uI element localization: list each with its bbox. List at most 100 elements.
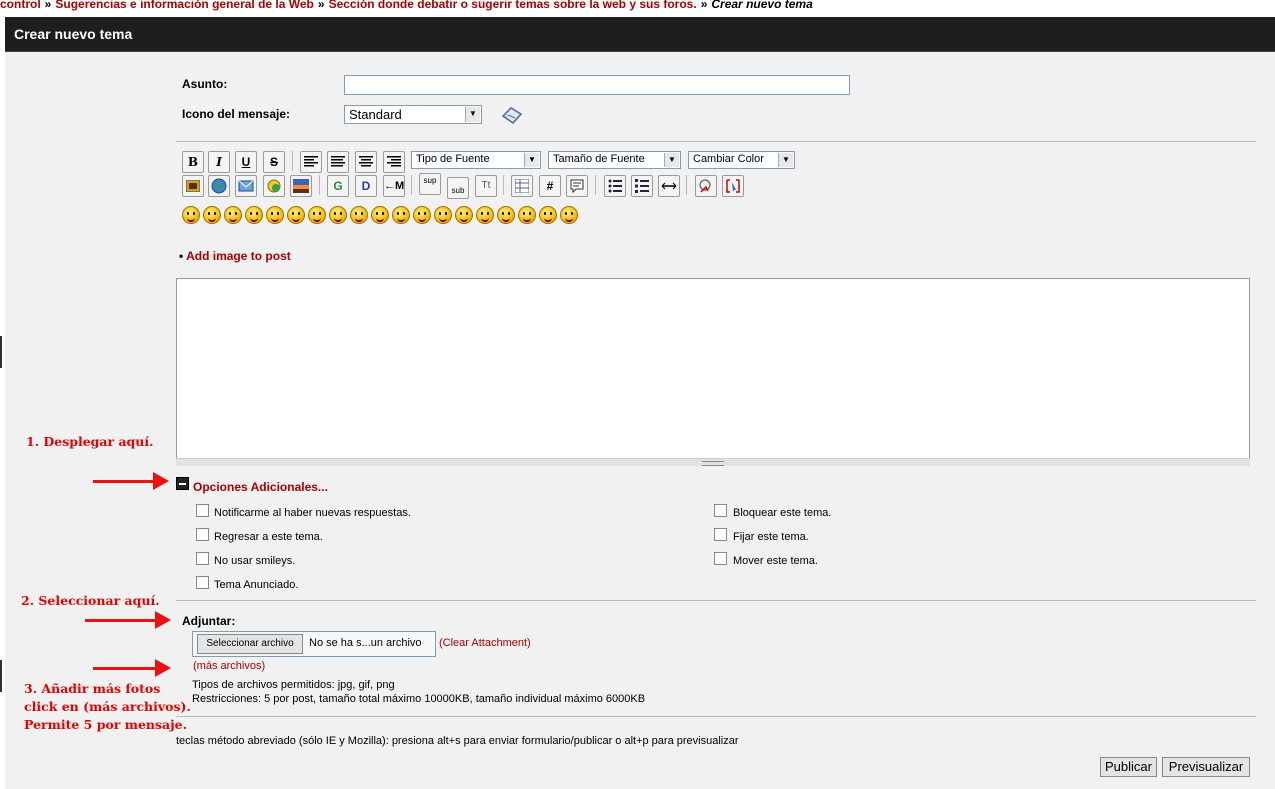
breadcrumb-current: Crear nuevo tema	[711, 0, 813, 11]
code-button[interactable]: #	[539, 175, 561, 197]
google-button[interactable]: G	[327, 175, 349, 197]
breadcrumb-link-control[interactable]: control	[0, 0, 41, 11]
file-status: No se ha s...un archivo	[309, 637, 422, 649]
smiley-icon[interactable]	[434, 206, 452, 224]
align-left-icon	[304, 156, 318, 167]
dictionary-button[interactable]: D	[355, 175, 377, 197]
message-icon-select[interactable]: Standard ▼	[344, 105, 482, 124]
breadcrumb-separator: »	[317, 0, 325, 11]
left-arrow-icon: ←	[384, 180, 395, 192]
annotation-step-3-line3: Permite 5 por mensaje.	[24, 717, 187, 732]
more-files-link[interactable]: (más archivos)	[193, 660, 265, 672]
insert-web-image-button[interactable]	[263, 175, 285, 197]
return-to-topic-checkbox[interactable]	[196, 528, 209, 541]
web-image-icon	[267, 179, 281, 193]
strikethrough-button[interactable]: S	[263, 151, 285, 173]
spellcheck-button[interactable]	[695, 175, 717, 197]
align-justify-left-button[interactable]	[327, 151, 349, 173]
smiley-icon[interactable]	[371, 206, 389, 224]
page-title: Crear nuevo tema	[14, 26, 133, 42]
smiley-icon[interactable]	[350, 206, 368, 224]
no-smileys-label: No usar smileys.	[214, 555, 296, 567]
preview-button[interactable]: Previsualizar	[1162, 757, 1250, 777]
numbered-list-button[interactable]	[631, 175, 653, 197]
smiley-icon[interactable]	[539, 206, 557, 224]
move-button[interactable]: ←M	[383, 175, 405, 197]
smiley-icon[interactable]	[476, 206, 494, 224]
return-to-topic-label: Regresar a este tema.	[214, 531, 323, 543]
remove-format-button[interactable]	[722, 175, 744, 197]
insert-image-button[interactable]	[182, 175, 204, 197]
annotation-step-3-line1: 3. Añadir más fotos	[24, 681, 161, 696]
align-right-button[interactable]	[383, 151, 405, 173]
italic-button[interactable]: I	[208, 151, 230, 173]
breadcrumb-link-seccion[interactable]: Sección donde debatir o sugerir temas so…	[329, 0, 697, 11]
insert-picture-button[interactable]	[290, 175, 312, 197]
announcement-checkbox[interactable]	[196, 576, 209, 589]
bullet-list-button[interactable]	[604, 175, 626, 197]
bullet-list-icon	[608, 179, 622, 193]
smiley-icon[interactable]	[224, 206, 242, 224]
smiley-icon[interactable]	[518, 206, 536, 224]
quote-icon	[570, 179, 584, 194]
smiley-icon[interactable]	[497, 206, 515, 224]
subscript-button[interactable]: sub	[447, 177, 469, 199]
smiley-icon[interactable]	[266, 206, 284, 224]
quote-button[interactable]	[566, 175, 588, 197]
insert-link-button[interactable]	[208, 175, 230, 197]
underline-button[interactable]: U	[235, 151, 257, 173]
announcement-label: Tema Anunciado.	[214, 579, 299, 591]
clear-attachment-row: (Clear Attachment)	[439, 637, 531, 649]
font-size-select[interactable]: Tamaño de Fuente ▼	[548, 151, 681, 169]
annotation-step-3-line2: click en (más archivos).	[24, 699, 191, 714]
message-body-textarea[interactable]	[176, 278, 1250, 459]
select-file-button[interactable]: Seleccionar archivo	[197, 634, 303, 654]
smiley-icon[interactable]	[560, 206, 578, 224]
sticky-topic-checkbox[interactable]	[714, 528, 727, 541]
additional-options-toggle[interactable]: Opciones Adicionales...	[193, 480, 328, 494]
remove-format-icon	[726, 179, 740, 193]
breadcrumb-link-sugerencias[interactable]: Sugerencias e información general de la …	[55, 0, 314, 11]
align-center-button[interactable]	[355, 151, 377, 173]
toolbar-separator	[503, 175, 504, 195]
collapse-icon[interactable]	[176, 477, 189, 490]
move-topic-checkbox[interactable]	[714, 552, 727, 565]
smiley-icon[interactable]	[392, 206, 410, 224]
bold-button[interactable]: B	[182, 151, 204, 173]
smiley-icon[interactable]	[455, 206, 473, 224]
font-type-select[interactable]: Tipo de Fuente ▼	[411, 151, 541, 169]
annotation-step-2: 2. Seleccionar aquí.	[21, 593, 160, 608]
smiley-icon[interactable]	[287, 206, 305, 224]
publish-button[interactable]: Publicar	[1100, 757, 1157, 777]
insert-email-button[interactable]	[235, 175, 257, 197]
align-center-icon	[359, 156, 373, 167]
clear-attachment-link[interactable]: Clear Attachment	[443, 637, 527, 649]
smiley-icon[interactable]	[245, 206, 263, 224]
smiley-icon[interactable]	[182, 206, 200, 224]
superscript-button[interactable]: sup	[419, 173, 441, 195]
toolbar-separator	[319, 175, 320, 195]
align-left-button[interactable]	[300, 151, 322, 173]
toolbar-separator	[686, 175, 687, 195]
smiley-icon[interactable]	[413, 206, 431, 224]
font-color-select[interactable]: Cambiar Color ▼	[688, 151, 795, 169]
smiley-icon[interactable]	[308, 206, 326, 224]
smiley-icon[interactable]	[203, 206, 221, 224]
smiley-icon[interactable]	[329, 206, 347, 224]
teletype-button[interactable]: Tt	[475, 175, 497, 197]
no-smileys-checkbox[interactable]	[196, 552, 209, 565]
file-input[interactable]: Seleccionar archivo No se ha s...un arch…	[192, 631, 436, 657]
left-edge-mark	[0, 336, 2, 368]
textarea-resize-handle[interactable]	[176, 458, 1250, 466]
lock-topic-label: Bloquear este tema.	[733, 507, 832, 519]
sticky-topic-label: Fijar este tema.	[733, 531, 809, 543]
horizontal-rule-button[interactable]	[658, 175, 680, 197]
subject-input[interactable]	[344, 75, 850, 95]
notify-replies-checkbox[interactable]	[196, 504, 209, 517]
insert-table-button[interactable]	[511, 175, 533, 197]
restrictions-text: Restricciones: 5 por post, tamaño total …	[192, 693, 646, 705]
lock-topic-checkbox[interactable]	[714, 504, 727, 517]
spellcheck-icon	[699, 179, 711, 193]
add-image-link[interactable]: Add image to post	[186, 249, 291, 263]
picture-icon	[293, 179, 309, 193]
